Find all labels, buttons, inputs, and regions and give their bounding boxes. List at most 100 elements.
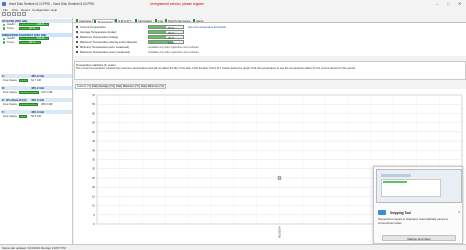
screenshot-thumbnail[interactable] — [376, 169, 462, 203]
health-bar — [19, 23, 49, 26]
temp-value-field: 25 °C — [148, 35, 184, 40]
temp-checkbox[interactable] — [75, 50, 79, 54]
health-value: 100 % — [37, 23, 45, 27]
temp-value-field: 43 °C — [148, 40, 184, 45]
menu-disk[interactable]: Disk — [12, 8, 18, 12]
volume-letter: C: — [2, 74, 6, 78]
volume-panel: Free Space 58.9 GB — [1, 115, 72, 119]
free-space-value: 380.0 GB — [41, 103, 53, 106]
temp-value: 25 °C — [29, 27, 36, 31]
temp-row-label: Maximum Temperature (ever measured) — [80, 50, 130, 54]
volume-letter: E: (ProData DAS) — [2, 98, 27, 102]
temp-row: Current Temperature — [80, 25, 106, 29]
free-space-value: 62.7 GB — [31, 79, 41, 82]
volume-size: 465.3 GB — [31, 110, 44, 114]
registration-note: Available only after registration and so… — [148, 50, 199, 54]
minimize-icon[interactable]: – — [436, 1, 438, 6]
temp-value-field: 25 °C — [148, 30, 184, 35]
refresh-icon[interactable] — [2, 12, 6, 16]
y-tick-label: 0 — [94, 222, 96, 226]
volume-size: 465.3 GB — [31, 74, 44, 78]
temp-label: Temp.: — [7, 40, 16, 44]
report-icon[interactable] — [7, 12, 11, 16]
volume-title[interactable]: C: 465.3 GB — [1, 74, 72, 78]
temp-value-field: 25 °C — [148, 25, 184, 30]
disk-panel[interactable]: Health: 100 % Temp.: 25 °C — [1, 23, 72, 32]
test-icon[interactable] — [12, 12, 16, 16]
temp-row: Maximum Temperature (during entire lifes… — [80, 40, 137, 44]
volume-panel: Free Space 380.0 GB — [1, 103, 72, 107]
status-text: Status last updated: 9/13/2024 Monday 3:… — [2, 246, 66, 250]
y-tick-label: 45 — [92, 139, 95, 143]
health-value: 100 % — [37, 37, 45, 41]
volume-panel: Free Space 415.1 GB — [1, 91, 72, 95]
window-title: Hard Disk Sentinel 6.10 PRO - Hard Disk … — [9, 1, 95, 6]
temp-row-label: Current Temperature — [80, 25, 106, 29]
y-tick-label: 10 — [92, 204, 95, 208]
statistics-description: The current temperature is below the max… — [76, 67, 356, 70]
volume-title[interactable]: E: (ProData DAS) 465.3 GB — [1, 98, 72, 102]
markup-and-share-button[interactable]: Markup and share — [382, 235, 456, 241]
temp-checkbox[interactable] — [75, 45, 79, 49]
y-tick-label: 20 — [92, 185, 95, 189]
info-icon[interactable] — [22, 12, 26, 16]
menu-configuration[interactable]: Configuration — [32, 8, 50, 12]
thumbnail-bar — [381, 174, 411, 177]
menu-file[interactable]: File — [3, 8, 8, 12]
tab-daily-average[interactable]: Daily Average (°C) — [90, 84, 117, 89]
status-bar: Status last updated: 9/13/2024 Monday 3:… — [0, 244, 466, 250]
notification-message: Screenshot copied to clipboard. Automati… — [378, 217, 449, 225]
menu-report[interactable]: Report — [21, 8, 30, 12]
disk-panel[interactable]: Health: 100 % Temp.: 28 °C — [1, 37, 72, 46]
y-tick-label: 25 — [92, 176, 95, 180]
free-space-label: Free Space — [3, 115, 17, 118]
temp-row: Average Temperature (today) — [80, 30, 116, 34]
temp-checkbox[interactable] — [75, 40, 79, 44]
notification-app-name: Snipping Tool — [390, 211, 412, 215]
settings-icon[interactable] — [17, 12, 21, 16]
y-tick-label: 50 — [92, 130, 95, 134]
temp-checkbox[interactable] — [75, 36, 78, 39]
thumbnail-green-bar — [383, 181, 407, 183]
snipping-tool-notification[interactable]: Snipping Tool ✕ Screenshot copied to cli… — [373, 166, 463, 244]
toolbar — [0, 12, 72, 17]
volume-title[interactable]: D: 465.2 GB — [1, 86, 72, 90]
x-tick-label: 9/13/2024 — [278, 226, 282, 238]
temp-row-label: Average Temperature (today) — [80, 30, 117, 34]
free-space-label: Free Space — [3, 91, 17, 94]
temp-value: 28 °C — [29, 41, 36, 45]
statistics-header: Temperature statistics (in years) — [76, 62, 116, 67]
temp-status-icon — [2, 27, 6, 30]
temp-checkbox[interactable] — [75, 26, 78, 29]
snipping-tool-icon — [378, 210, 386, 215]
y-tick-label: 60 — [92, 111, 95, 115]
unregistered-warning[interactable]: Unregistered version, please register. — [150, 2, 205, 6]
volume-title[interactable]: F: 465.3 GB — [1, 110, 72, 114]
title-bar: Hard Disk Sentinel 6.10 PRO - Hard Disk … — [0, 0, 466, 7]
temp-checkbox[interactable] — [75, 31, 78, 34]
tab-daily-maximum[interactable]: Daily Maximum (°C) — [114, 84, 142, 89]
temp-row: Minimum Temperature (ever measured) — [80, 45, 129, 49]
temp-label: Temp.: — [7, 26, 16, 30]
menu-help[interactable]: Help — [51, 8, 57, 12]
temp-row-label: Maximum Temperature (today) — [80, 35, 119, 39]
y-tick-label: 35 — [92, 158, 95, 162]
temp-status-icon — [2, 41, 6, 44]
temp-row-label: Minimum Temperature (ever measured) — [80, 45, 130, 49]
maximize-icon[interactable]: □ — [447, 1, 449, 6]
volume-letter: F: — [2, 110, 5, 114]
tab-daily-minimum[interactable]: Daily Minimum (°C) — [139, 84, 167, 89]
health-status-icon — [2, 23, 6, 27]
free-space-bar — [19, 79, 28, 82]
temperature-panel: Current Temperature 25 °C Set more tempe… — [74, 23, 466, 56]
free-space-value: 415.1 GB — [41, 91, 53, 94]
y-tick-label: 55 — [92, 121, 95, 125]
temperature-statistics: Temperature statistics (in years) The cu… — [74, 61, 466, 80]
app-icon — [2, 1, 6, 6]
temp-row: Maximum Temperature (ever measured) — [80, 50, 130, 54]
close-icon[interactable]: ✕ — [458, 1, 461, 6]
notification-close-icon[interactable]: ✕ — [458, 210, 461, 214]
set-thresholds-link[interactable]: Set more temperature thresholds — [188, 26, 226, 29]
health-status-icon — [2, 37, 6, 41]
free-space-bar — [19, 103, 38, 106]
